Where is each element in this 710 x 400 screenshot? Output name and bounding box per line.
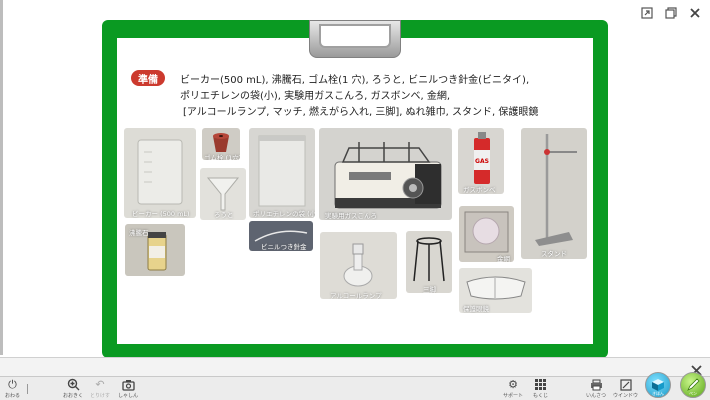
funnel-label: ろうと [214, 211, 234, 219]
print-label: いんさつ [586, 393, 607, 399]
alcohol-lamp-image [343, 243, 373, 287]
exit-button[interactable]: ⏻ おわる [5, 377, 21, 400]
photo-alcohol-lamp[interactable]: アルコールランプ [320, 232, 397, 299]
window-button[interactable]: ウインドウ [613, 378, 638, 399]
undo-icon: ↶ [95, 378, 105, 391]
support-label: サポート [503, 393, 524, 399]
power-icon: ⏻ [8, 377, 17, 391]
photo-polyethylene-bag[interactable]: ポリエチレンの袋 (小) [249, 128, 315, 218]
photo-button[interactable]: しゃしん [118, 378, 138, 399]
photo-gas-stove[interactable]: 実験用ガスこんろ [319, 128, 452, 220]
gas-stove-image [334, 142, 442, 209]
photo-beaker[interactable]: ビーカー (500 mL) [124, 128, 196, 218]
vinyl-tie-label: ビニルつき針金 [261, 243, 307, 251]
alcohol-lamp-label: アルコールランプ [330, 292, 382, 299]
window-label: ウインドウ [613, 393, 639, 399]
support-button[interactable]: ⚙ サポート [503, 378, 523, 399]
preparation-badge: 準備 [131, 70, 165, 86]
photo-boiling-stones[interactable]: 沸騰石 [125, 224, 185, 276]
boiling-stones-label: 沸騰石 [129, 229, 149, 237]
basic-tool-button[interactable]: きほん [645, 372, 671, 398]
beaker-label: ビーカー (500 mL) [132, 210, 190, 218]
stand-label: スタンド [541, 250, 567, 258]
photo-tripod[interactable]: 三脚 [406, 231, 452, 293]
gas-cylinder-label: ガスボンベ [463, 186, 496, 194]
beaker-image [137, 139, 183, 205]
contents-label: もくじ [533, 393, 549, 399]
close-icon[interactable] [688, 6, 702, 20]
photo-rubber-stopper[interactable]: ゴム栓 (1穴) [202, 128, 240, 160]
window-icon [619, 378, 633, 391]
safety-goggles-label: 保護眼鏡 [463, 305, 489, 313]
printer-icon [589, 378, 603, 391]
pen-tool-label: ペン [689, 391, 697, 396]
toolbar-divider [27, 384, 28, 394]
photo-wire-gauze[interactable]: 金網 [459, 206, 514, 262]
materials-line-1: ビーカー(500 mL), 沸騰石, ゴム栓(1 穴), ろうと, ビニルつき針… [180, 75, 530, 86]
stand-image [535, 134, 577, 246]
polyethylene-bag-label: ポリエチレンの袋 (小) [253, 210, 315, 218]
gas-stove-label: 実験用ガスこんろ [325, 212, 377, 220]
tripod-label: 三脚 [423, 286, 436, 293]
pen-tool-button[interactable]: ペン [680, 372, 706, 398]
zoom-in-icon [66, 378, 80, 391]
contents-button[interactable]: もくじ [533, 378, 548, 399]
gear-icon: ⚙ [508, 378, 518, 391]
restore-icon[interactable] [664, 6, 678, 20]
materials-line-3: [アルコールランプ, マッチ, 燃えがら入れ, 三脚], ぬれ雑巾, スタンド,… [183, 107, 539, 118]
sub-toolbar [0, 357, 710, 376]
basic-tool-label: きほん [652, 391, 664, 396]
camera-icon [121, 378, 135, 391]
materials-line-2: ポリエチレンの袋(小), 実験用ガスこんろ, ガスボンベ, 金網, [180, 91, 451, 102]
zoom-label: おおきく [63, 393, 84, 399]
grid-icon [534, 378, 548, 391]
app-window: 準備 ビーカー(500 mL), 沸騰石, ゴム栓(1 穴), ろうと, ビニル… [0, 0, 710, 400]
photo-stand[interactable]: スタンド [521, 128, 587, 259]
clipboard-clip [309, 20, 401, 58]
photo-safety-goggles[interactable]: 保護眼鏡 [459, 268, 532, 313]
photo-funnel[interactable]: ろうと [200, 168, 246, 220]
undo-button[interactable]: ↶ とりけす [90, 378, 110, 399]
window-border [0, 0, 3, 355]
photo-gas-cylinder[interactable]: GAS ガスボンベ [458, 128, 504, 194]
fullscreen-icon[interactable] [640, 6, 654, 20]
exit-label: おわる [5, 393, 21, 399]
wire-gauze-label: 金網 [497, 255, 510, 262]
photo-vinyl-tie[interactable]: ビニルつき針金 [249, 221, 313, 251]
window-controls [640, 6, 702, 20]
undo-label: とりけす [90, 393, 111, 399]
print-button[interactable]: いんさつ [586, 378, 606, 399]
gas-can-text: GAS [475, 158, 489, 165]
bag-image [258, 135, 306, 207]
rubber-stopper-label: ゴム栓 (1穴) [204, 154, 240, 160]
zoom-button[interactable]: おおきく [63, 378, 83, 399]
photo-label: しゃしん [118, 393, 139, 399]
